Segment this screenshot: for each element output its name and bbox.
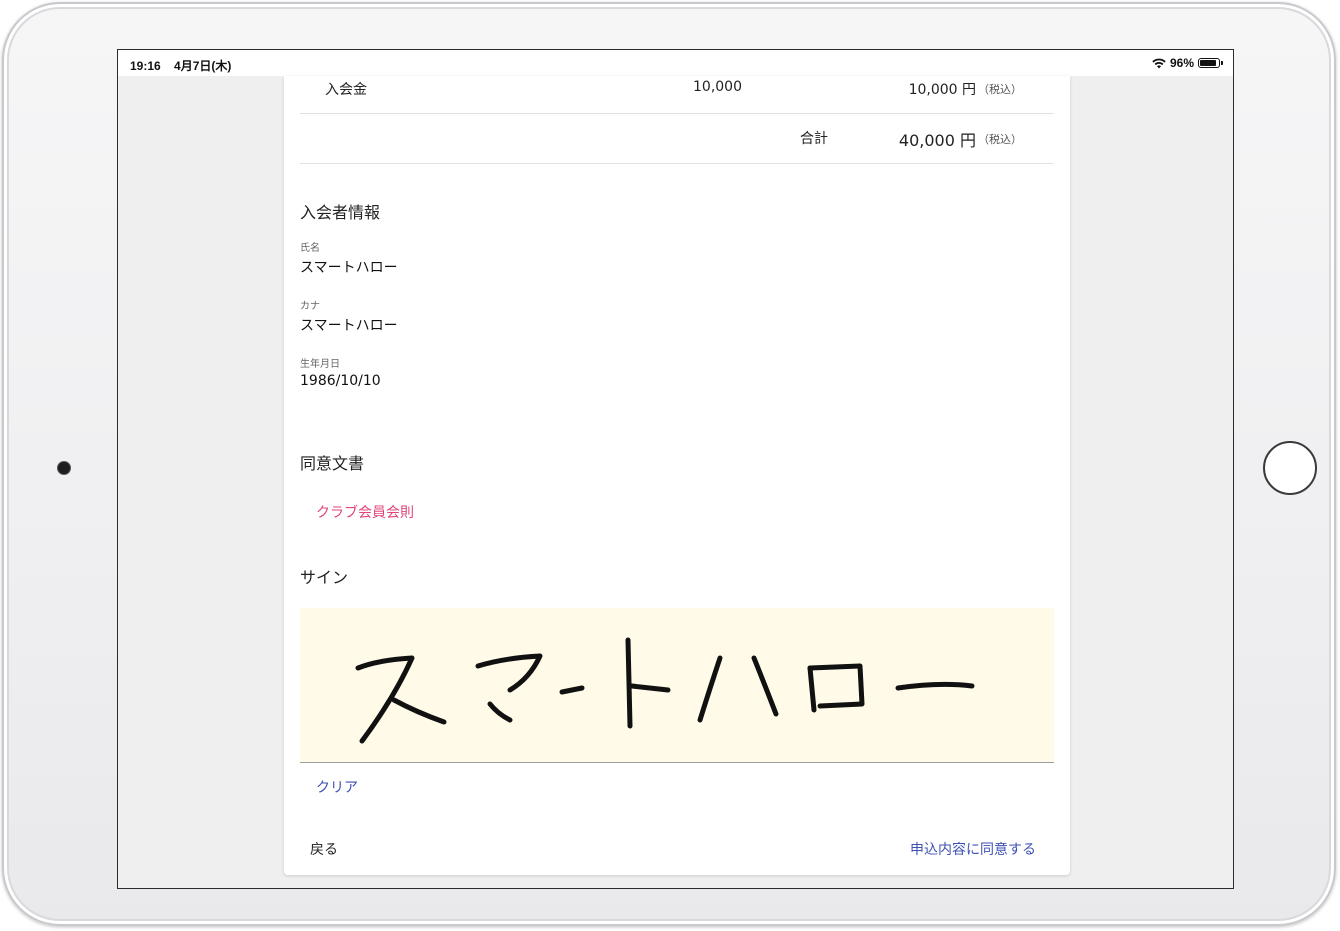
battery-fill xyxy=(1200,60,1217,66)
total-amount: 40,000 円 xyxy=(898,131,976,150)
fee-quantity: 10,000 xyxy=(693,79,742,95)
back-button[interactable]: 戻る xyxy=(310,839,338,859)
home-button[interactable] xyxy=(1263,441,1317,495)
signature-pad[interactable] xyxy=(300,608,1054,763)
application-card: 入会金 10,000 10,000 円 （税込） 合計 40,000 円 （税込… xyxy=(284,76,1070,875)
front-camera xyxy=(58,462,70,474)
status-time: 19:16 xyxy=(130,59,161,73)
kana-value: スマートハロー xyxy=(300,318,398,334)
kana-label: カナ xyxy=(300,301,320,312)
agree-button[interactable]: 申込内容に同意する xyxy=(910,839,1036,859)
clear-button[interactable]: クリア xyxy=(316,777,358,797)
status-left: 19:16 4月7日(木) xyxy=(130,57,241,74)
consent-document-link[interactable]: クラブ会員会則 xyxy=(316,502,414,522)
fee-tax-note: （税込） xyxy=(978,83,1022,96)
birthdate-label: 生年月日 xyxy=(300,359,340,370)
signature-title: サイン xyxy=(300,568,349,587)
total-tax-note: （税込） xyxy=(978,133,1022,146)
fee-name: 入会金 xyxy=(325,82,367,98)
status-right: 96% xyxy=(1152,56,1223,70)
consent-title: 同意文書 xyxy=(300,454,365,473)
member-info-title: 入会者情報 xyxy=(300,203,381,222)
total-row: 合計 40,000 円 （税込） xyxy=(300,113,1054,164)
total-label: 合計 xyxy=(800,131,828,147)
status-bar: 19:16 4月7日(木) 96% xyxy=(118,50,1233,76)
battery-percent: 96% xyxy=(1169,56,1194,70)
status-date: 4月7日(木) xyxy=(174,59,232,73)
signature-drawing xyxy=(355,637,975,744)
wifi-icon xyxy=(1152,58,1166,68)
fee-amount: 10,000 円 xyxy=(908,82,976,98)
screen: 19:16 4月7日(木) 96% 入会金 10,000 10,000 円 （税… xyxy=(117,49,1234,889)
name-label: 氏名 xyxy=(300,243,320,254)
birthdate-value: 1986/10/10 xyxy=(300,373,381,389)
battery-cap xyxy=(1221,61,1223,65)
battery-icon xyxy=(1198,58,1220,68)
tablet-frame: 19:16 4月7日(木) 96% 入会金 10,000 10,000 円 （税… xyxy=(2,2,1336,926)
fee-row: 入会金 10,000 10,000 円 （税込） xyxy=(300,76,1054,114)
name-value: スマートハロー xyxy=(300,260,398,276)
